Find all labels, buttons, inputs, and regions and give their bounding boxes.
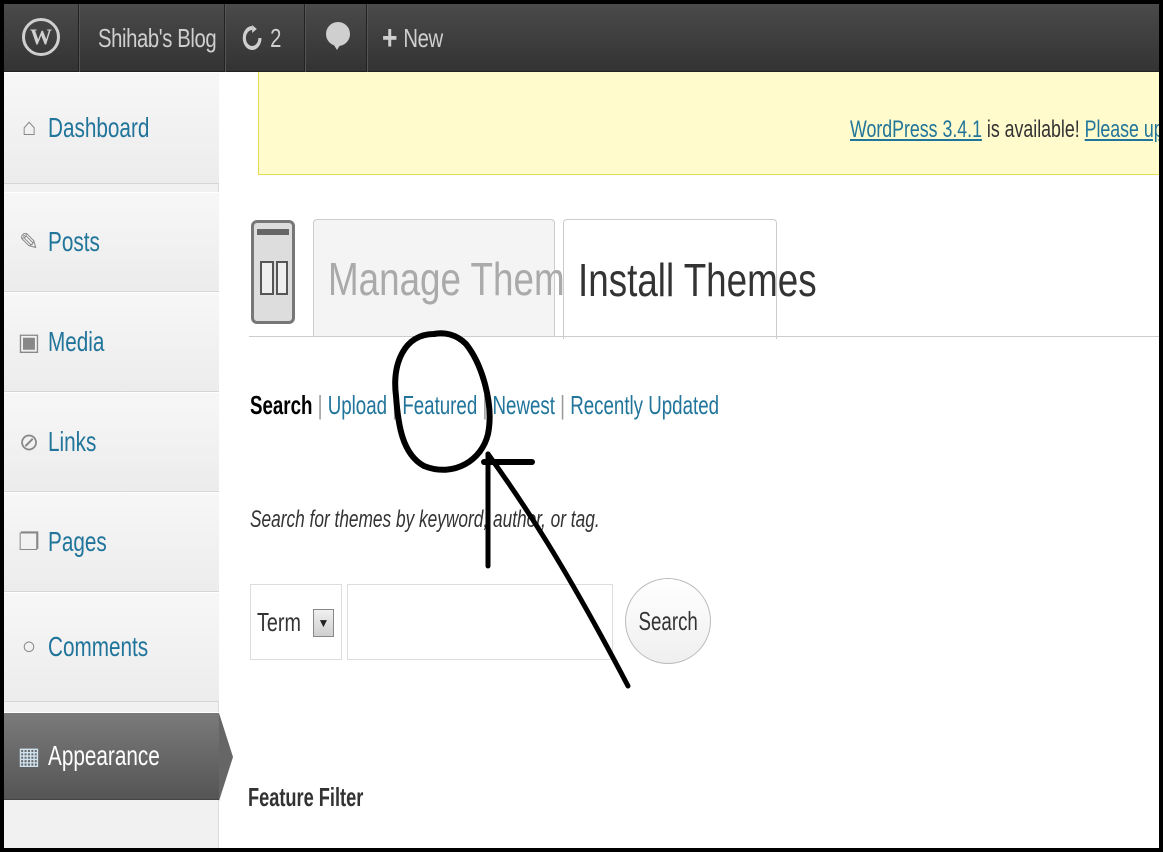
sidebar-item-label: Links — [48, 426, 97, 457]
install-subnav: Search | Upload | Featured | Newest | Re… — [250, 390, 719, 421]
search-type-value: Term — [257, 606, 301, 637]
sidebar-item-appearance[interactable]: ▦ Appearance — [4, 712, 233, 801]
tab-install-themes[interactable]: Install Themes — [563, 219, 817, 339]
sidebar-item-comments[interactable]: ○ Comments — [4, 592, 219, 702]
appearance-icon: ▦ — [17, 742, 41, 770]
subnav-separator: | — [387, 390, 403, 420]
pushpin-icon: ✎ — [18, 228, 40, 256]
tab-label: Install Themes — [578, 253, 817, 306]
subnav-upload[interactable]: Upload — [328, 390, 387, 420]
refresh-icon — [242, 25, 262, 50]
sidebar-item-posts[interactable]: ✎ Posts — [4, 192, 219, 292]
new-content-link[interactable]: + New — [382, 4, 443, 72]
admin-sidebar: ⌂ Dashboard ✎ Posts ▣ Media ⊘ Links ❐ Pa… — [4, 72, 233, 848]
admin-bar-separator — [78, 4, 80, 72]
admin-bar-separator — [224, 4, 226, 72]
sidebar-item-dashboard[interactable]: ⌂ Dashboard — [4, 72, 219, 184]
subnav-featured[interactable]: Featured — [402, 390, 477, 420]
new-label: New — [403, 22, 443, 53]
updates-count: 2 — [270, 22, 281, 53]
sidebar-item-label: Posts — [48, 226, 100, 257]
themes-icon — [251, 220, 295, 324]
sidebar-item-label: Media — [48, 326, 105, 357]
comment-icon: ○ — [21, 633, 37, 660]
search-help-text: Search for themes by keyword, author, or… — [250, 506, 600, 533]
dashboard-icon: ⌂ — [21, 114, 37, 141]
updates-link[interactable]: 2 — [242, 4, 281, 72]
sidebar-item-media[interactable]: ▣ Media — [4, 292, 219, 392]
version-link[interactable]: WordPress 3.4.1 — [850, 116, 982, 143]
sidebar-item-links[interactable]: ⊘ Links — [4, 392, 219, 492]
search-button-label: Search — [638, 605, 698, 636]
search-button[interactable]: Search — [625, 578, 711, 664]
paperclip-icon: ⊘ — [18, 428, 40, 456]
chevron-down-icon[interactable]: ▼ — [313, 609, 334, 637]
sidebar-item-pages[interactable]: ❐ Pages — [4, 492, 219, 592]
subnav-newest[interactable]: Newest — [493, 390, 555, 420]
screenshot-frame: W Shihab's Blog 2 + New ⌂ Dashboard ✎ Po… — [0, 0, 1163, 852]
pages-icon: ❐ — [18, 528, 40, 556]
feature-filter-heading: Feature Filter — [248, 782, 364, 812]
admin-bar: W Shihab's Blog 2 + New — [4, 4, 1159, 72]
sidebar-item-label: Appearance — [48, 740, 160, 771]
sidebar-item-label: Comments — [48, 631, 149, 662]
sidebar-item-label: Dashboard — [48, 112, 150, 143]
update-notice-text: WordPress 3.4.1 is available! Please up — [850, 116, 1159, 144]
media-icon: ▣ — [17, 328, 41, 356]
site-name-link[interactable]: Shihab's Blog — [98, 4, 217, 72]
notice-message: is available! — [981, 116, 1085, 143]
subnav-recently-updated[interactable]: Recently Updated — [570, 390, 719, 420]
sidebar-item-label: Pages — [48, 526, 107, 557]
subnav-separator: | — [554, 390, 571, 420]
subnav-search[interactable]: Search — [250, 390, 312, 420]
wordpress-logo-icon[interactable]: W — [22, 18, 60, 56]
tab-manage-themes[interactable]: Manage Themes — [313, 219, 603, 337]
comment-bubble-icon[interactable] — [326, 22, 350, 50]
subnav-separator: | — [477, 390, 493, 420]
subnav-separator: | — [312, 390, 328, 420]
tabs-divider — [249, 336, 1159, 337]
admin-bar-separator — [304, 4, 306, 72]
admin-bar-separator — [366, 4, 368, 72]
update-link[interactable]: Please up — [1085, 116, 1159, 143]
theme-search-input[interactable] — [347, 584, 613, 660]
plus-icon: + — [382, 18, 398, 57]
